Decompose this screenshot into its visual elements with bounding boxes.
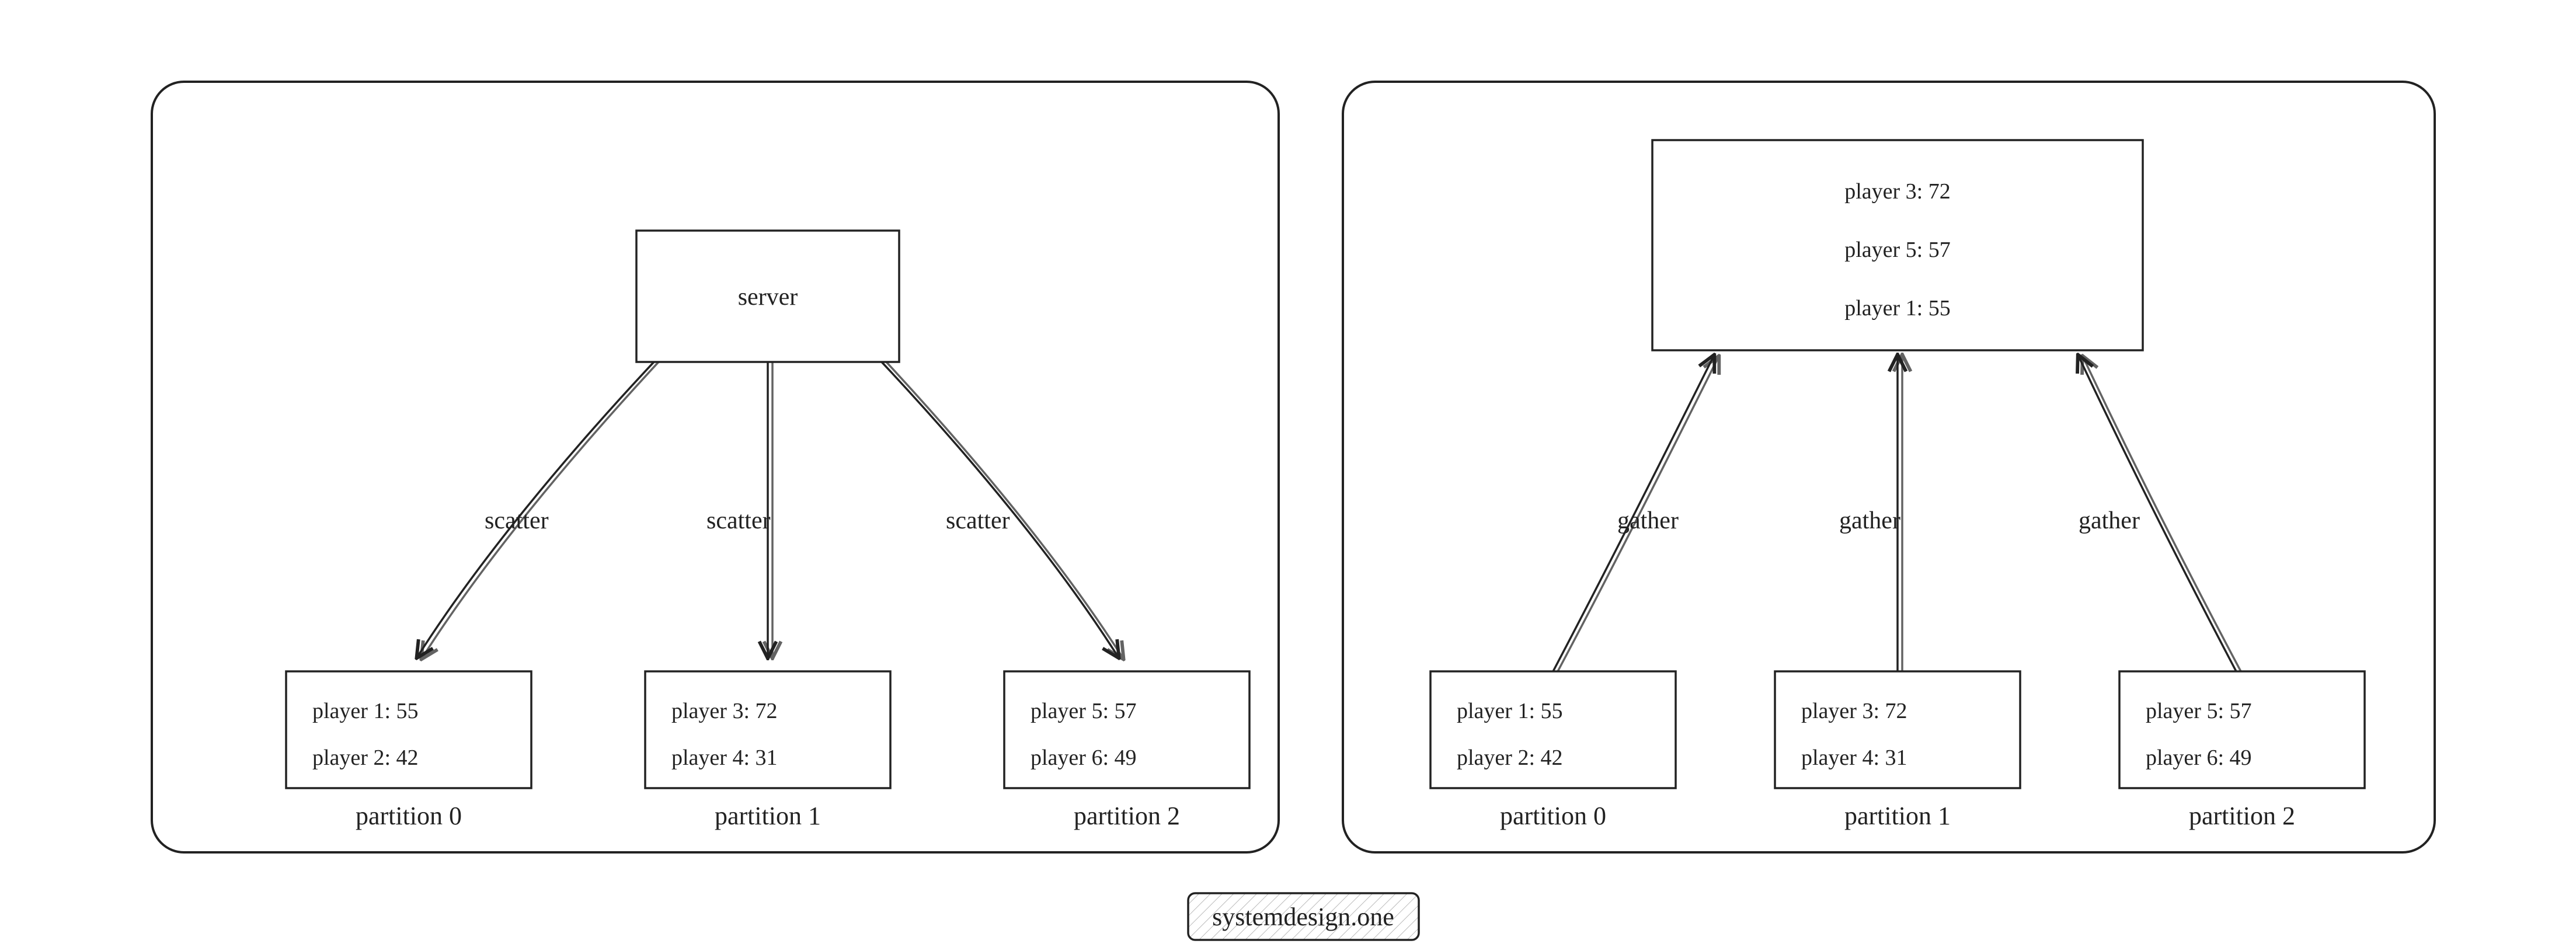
r-partition-box-0 <box>1430 671 1676 788</box>
r-partition-box-1 <box>1775 671 2020 788</box>
diagram-root: server scatter scatter scatter player 1:… <box>0 0 2576 951</box>
rp0-l1: player 2: 42 <box>1457 746 1563 770</box>
gather-panel: player 3: 72 player 5: 57 player 1: 55 g… <box>1343 82 2435 852</box>
scatter-label-0: scatter <box>485 507 549 534</box>
gather-label-0: gather <box>1617 507 1679 534</box>
rp2-l0: player 5: 57 <box>2146 699 2252 723</box>
scatter-label-2: scatter <box>946 507 1010 534</box>
p0-cap: partition 0 <box>356 802 462 830</box>
scatter-panel: server scatter scatter scatter player 1:… <box>152 82 1279 852</box>
rp2-cap: partition 2 <box>2189 802 2295 830</box>
rp0-l0: player 1: 55 <box>1457 699 1563 723</box>
rp1-cap: partition 1 <box>1844 802 1951 830</box>
partition-box-1 <box>645 671 890 788</box>
gather-label-2: gather <box>2079 507 2140 534</box>
r0: player 3: 72 <box>1844 179 1951 204</box>
server-label: server <box>738 284 798 311</box>
p0-l0: player 1: 55 <box>312 699 419 723</box>
p2-l0: player 5: 57 <box>1031 699 1137 723</box>
gather-label-1: gather <box>1839 507 1900 534</box>
p1-l0: player 3: 72 <box>671 699 778 723</box>
p1-l1: player 4: 31 <box>671 746 778 770</box>
partition-box-2 <box>1004 671 1249 788</box>
rp1-l0: player 3: 72 <box>1801 699 1907 723</box>
rp0-cap: partition 0 <box>1500 802 1606 830</box>
r2: player 1: 55 <box>1844 296 1951 321</box>
r-partition-box-2 <box>2119 671 2365 788</box>
p0-l1: player 2: 42 <box>312 746 419 770</box>
rp2-l1: player 6: 49 <box>2146 746 2252 770</box>
p1-cap: partition 1 <box>715 802 821 830</box>
watermark-box: systemdesign.one <box>1188 893 1419 940</box>
partition-box-0 <box>286 671 531 788</box>
p2-l1: player 6: 49 <box>1031 746 1137 770</box>
p2-cap: partition 2 <box>1074 802 1180 830</box>
watermark-text: systemdesign.one <box>1212 903 1394 931</box>
scatter-label-1: scatter <box>706 507 771 534</box>
r1: player 5: 57 <box>1844 238 1951 262</box>
rp1-l1: player 4: 31 <box>1801 746 1907 770</box>
